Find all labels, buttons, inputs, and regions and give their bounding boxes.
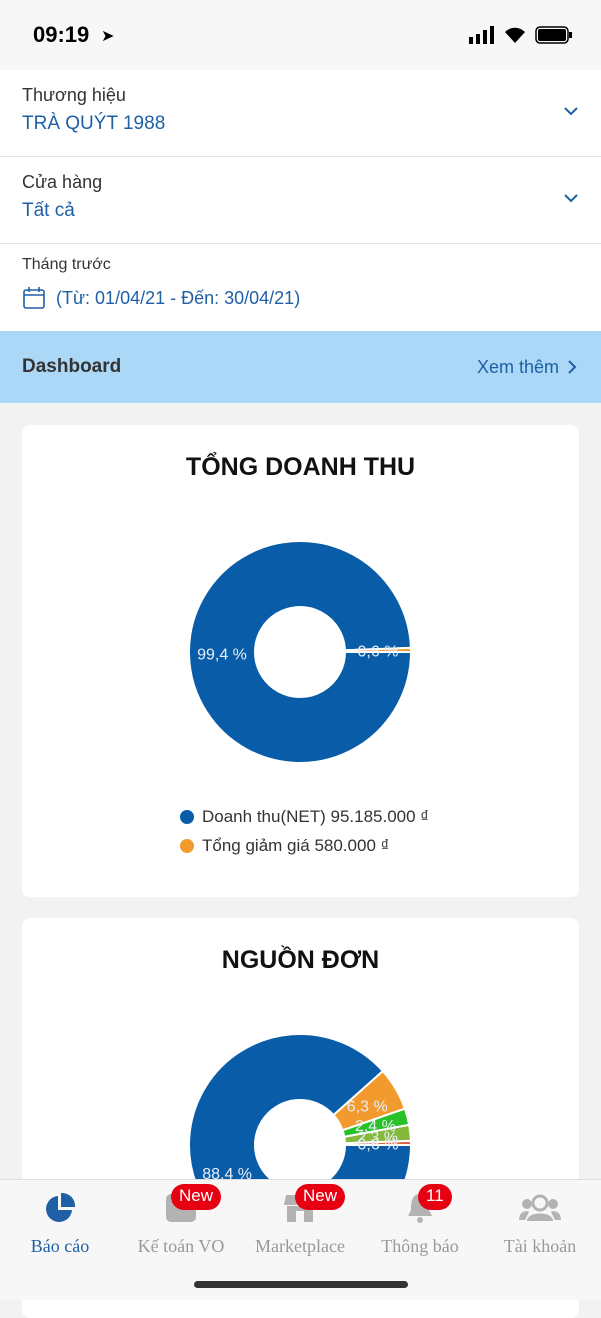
brand-label: Thương hiệu bbox=[22, 85, 126, 105]
chart-title: NGUỒN ĐƠN bbox=[221, 946, 380, 974]
chart-legend: Doanh thu(NET) 95.185.000 ₫ Tổng giảm gi… bbox=[180, 807, 429, 865]
slice-label: 99,4 % bbox=[197, 646, 247, 663]
brand-value: TRÀ QUÝT 1988 bbox=[22, 113, 166, 134]
revenue-card: TỔNG DOANH THU 99,4 % 0,6 % Doanh thu(NET… bbox=[22, 425, 579, 897]
dashboard-title: Dashboard bbox=[22, 356, 122, 377]
slice-label: 0,6 % bbox=[358, 1137, 399, 1154]
store-select[interactable]: Cửa hàng Tất cả bbox=[0, 157, 601, 244]
tab-báo-cáo[interactable]: Báo cáo bbox=[0, 1180, 120, 1257]
tab-thông-báo[interactable]: Thông báo 11 bbox=[360, 1180, 480, 1257]
legend-item: Tổng giảm giá 580.000 ₫ bbox=[180, 836, 429, 856]
location-icon: ➤ bbox=[101, 28, 115, 45]
tab-label: Marketplace bbox=[255, 1236, 345, 1256]
chevron-down-icon bbox=[564, 107, 578, 116]
tab-badge: 11 bbox=[418, 1184, 452, 1210]
legend-label: Tổng giảm giá 580.000 ₫ bbox=[202, 836, 390, 855]
tab-label: Tài khoản bbox=[503, 1236, 577, 1256]
tab-label: Thông báo bbox=[381, 1236, 459, 1256]
pie-chart-icon bbox=[0, 1186, 120, 1230]
tab-badge: New bbox=[171, 1184, 222, 1210]
store-value: Tất cả bbox=[22, 200, 75, 221]
signal-icon bbox=[469, 26, 494, 44]
period-select[interactable]: Tháng trước (Từ: 01/04/21 - Đến: 30/04/2… bbox=[0, 244, 601, 331]
clock: 09:19 bbox=[33, 22, 90, 47]
tab-label: Kế toán VO bbox=[137, 1236, 225, 1256]
chevron-down-icon bbox=[564, 194, 578, 203]
battery-icon bbox=[535, 26, 572, 44]
users-icon bbox=[480, 1186, 600, 1230]
tab-marketplace[interactable]: Marketplace New bbox=[240, 1180, 360, 1257]
legend-item: Doanh thu(NET) 95.185.000 ₫ bbox=[180, 807, 429, 827]
legend-dot bbox=[180, 810, 194, 824]
tab-badge: New bbox=[295, 1184, 346, 1210]
brand-select[interactable]: Thương hiệu TRÀ QUÝT 1988 bbox=[0, 70, 601, 157]
chart-title: TỔNG DOANH THU bbox=[185, 453, 416, 481]
home-indicator bbox=[194, 1281, 408, 1288]
see-more-link[interactable]: Xem thêm bbox=[477, 357, 577, 378]
see-more-label: Xem thêm bbox=[476, 356, 559, 377]
store-label: Cửa hàng bbox=[22, 172, 103, 192]
wifi-icon bbox=[505, 27, 525, 43]
calendar-icon bbox=[23, 287, 45, 309]
status-bar: 09:19 ➤ bbox=[0, 0, 601, 70]
legend-dot bbox=[180, 839, 194, 853]
dashboard-header: Dashboard Xem thêm bbox=[0, 331, 601, 403]
chevron-right-icon bbox=[568, 360, 577, 374]
period-label: Tháng trước bbox=[22, 256, 111, 273]
revenue-donut: 99,4 % 0,6 % bbox=[188, 540, 413, 764]
period-value: (Từ: 01/04/21 - Đến: 30/04/21) bbox=[56, 287, 301, 308]
tab-kế-toán-vo[interactable]: Kế toán VO New bbox=[121, 1180, 241, 1257]
tab-tài-khoản[interactable]: Tài khoản bbox=[480, 1180, 600, 1257]
legend-label: Doanh thu(NET) 95.185.000 ₫ bbox=[202, 807, 430, 826]
slice-label: 0,6 % bbox=[358, 644, 399, 661]
tab-label: Báo cáo bbox=[30, 1236, 90, 1256]
slice-label: 6,3 % bbox=[347, 1099, 388, 1116]
